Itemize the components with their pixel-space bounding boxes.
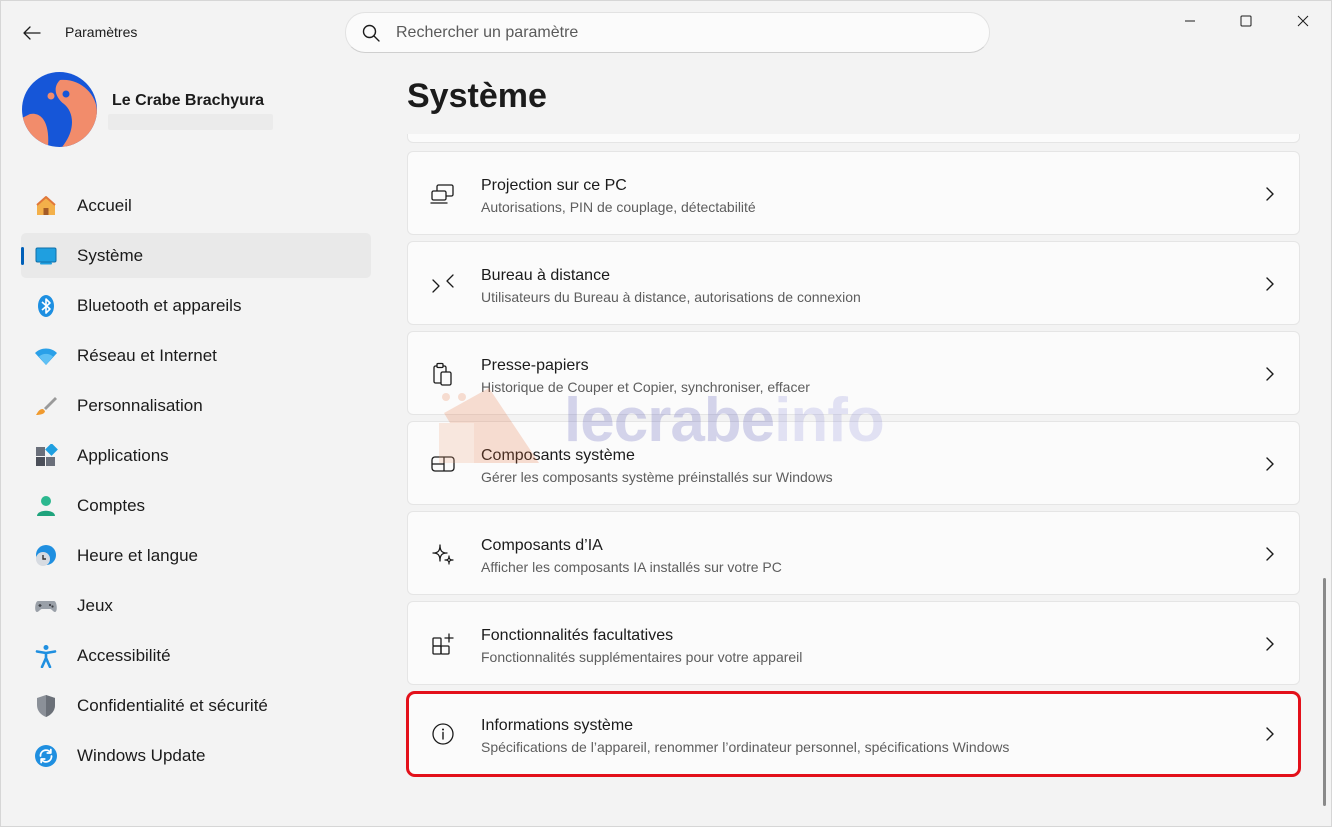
sidebar-item-windows-update[interactable]: Windows Update [21,733,371,778]
card-subtitle: Utilisateurs du Bureau à distance, autor… [481,289,861,305]
minimize-button[interactable] [1161,1,1219,41]
system-icon [35,247,57,265]
bluetooth-icon [38,295,54,317]
scrollbar-thumb[interactable] [1323,578,1326,806]
card-subtitle: Gérer les composants système préinstallé… [481,469,833,485]
sidebar-item-label: Heure et langue [77,546,198,565]
chevron-right-icon [1266,637,1274,651]
search-input[interactable] [396,21,956,45]
partial-card[interactable] [407,134,1300,143]
search-icon [362,24,380,42]
sidebar-item-comptes[interactable]: Comptes [21,483,371,528]
account-icon [37,496,55,516]
card-composants-ia[interactable]: Composants d’IA Afficher les composants … [407,511,1300,595]
sidebar-item-jeux[interactable]: Jeux [21,583,371,628]
sidebar-item-reseau[interactable]: Réseau et Internet [21,333,371,378]
search-box[interactable] [345,12,990,53]
accessibility-icon [35,645,57,668]
sidebar-item-accueil[interactable]: Accueil [21,183,371,228]
home-icon [36,196,56,215]
user-name: Le Crabe Brachyura [112,92,265,109]
chevron-right-icon [1266,727,1274,741]
chevron-right-icon [1266,547,1274,561]
sidebar-item-label: Accessibilité [77,646,171,665]
sidebar-item-label: Applications [77,446,169,465]
wifi-icon [35,348,57,365]
app-title: Paramètres [65,24,138,40]
gamepad-icon [35,601,57,612]
sidebar-item-label: Système [77,246,144,265]
maximize-icon [1240,15,1252,27]
sidebar-item-label: Confidentialité et sécurité [77,696,268,715]
card-title: Projection sur ce PC [481,177,627,194]
sidebar-item-label: Comptes [77,496,146,515]
update-icon [35,745,57,767]
card-subtitle: Fonctionnalités supplémentaires pour vot… [481,649,803,665]
card-title: Composants système [481,447,635,464]
card-title: Composants d’IA [481,537,603,554]
add-apps-icon [432,633,454,655]
close-icon [1297,15,1309,27]
close-button[interactable] [1274,1,1332,41]
sidebar-item-label: Bluetooth et appareils [77,296,242,315]
sidebar-item-heure-langue[interactable]: Heure et langue [21,533,371,578]
card-presse-papiers[interactable]: Presse-papiers Historique de Couper et C… [407,331,1300,415]
card-subtitle: Spécifications de l’appareil, renommer l… [481,739,1010,755]
sidebar-item-personnalisation[interactable]: Personnalisation [21,383,371,428]
back-arrow-icon [23,26,41,40]
title-bar: Paramètres [1,1,1332,63]
sidebar-item-accessibilite[interactable]: Accessibilité [21,633,371,678]
sidebar-item-bluetooth[interactable]: Bluetooth et appareils [21,283,371,328]
clipboard-icon [433,362,452,386]
chevron-right-icon [1266,367,1274,381]
chevron-right-icon [1266,457,1274,471]
settings-window: Paramètres Le Crabe Brachyura Accue [0,0,1332,827]
clock-globe-icon [36,545,56,566]
card-informations-systeme[interactable]: Informations système Spécifications de l… [407,691,1300,775]
apps-icon [36,444,58,466]
remote-desktop-icon [432,274,454,293]
page-title: Système [407,77,547,115]
sidebar-item-label: Réseau et Internet [77,346,217,365]
card-composants-systeme[interactable]: Composants système Gérer les composants … [407,421,1300,505]
chevron-right-icon [1266,187,1274,201]
maximize-button[interactable] [1217,1,1275,41]
card-subtitle: Historique de Couper et Copier, synchron… [481,379,810,395]
card-projection[interactable]: Projection sur ce PC Autorisations, PIN … [407,151,1300,235]
chevron-right-icon [1266,277,1274,291]
user-email-redacted [108,114,273,130]
sidebar-item-systeme[interactable]: Système [21,233,371,278]
sidebar-item-label: Jeux [77,596,113,615]
sidebar-item-label: Windows Update [77,746,206,765]
card-subtitle: Afficher les composants IA installés sur… [481,559,782,575]
back-button[interactable] [15,17,49,49]
card-fonctionnalites-facultatives[interactable]: Fonctionnalités facultatives Fonctionnal… [407,601,1300,685]
shield-icon [37,695,55,717]
minimize-icon [1185,20,1195,22]
sidebar-item-confidentialite[interactable]: Confidentialité et sécurité [21,683,371,728]
info-icon [432,723,454,745]
sidebar-item-label: Personnalisation [77,396,203,415]
brush-icon [36,397,57,415]
avatar[interactable] [22,72,97,147]
card-title: Fonctionnalités facultatives [481,627,674,644]
card-title: Informations système [481,717,634,734]
card-bureau-distance[interactable]: Bureau à distance Utilisateurs du Bureau… [407,241,1300,325]
projection-icon [430,184,454,204]
card-subtitle: Autorisations, PIN de couplage, détectab… [481,199,756,215]
avatar-image [22,72,97,147]
card-title: Presse-papiers [481,357,589,374]
sidebar-item-label: Accueil [77,196,132,215]
components-icon [431,456,455,472]
card-title: Bureau à distance [481,267,610,284]
sidebar-item-applications[interactable]: Applications [21,433,371,478]
sparkle-icon [432,544,454,565]
settings-list: Projection sur ce PC Autorisations, PIN … [407,134,1302,827]
